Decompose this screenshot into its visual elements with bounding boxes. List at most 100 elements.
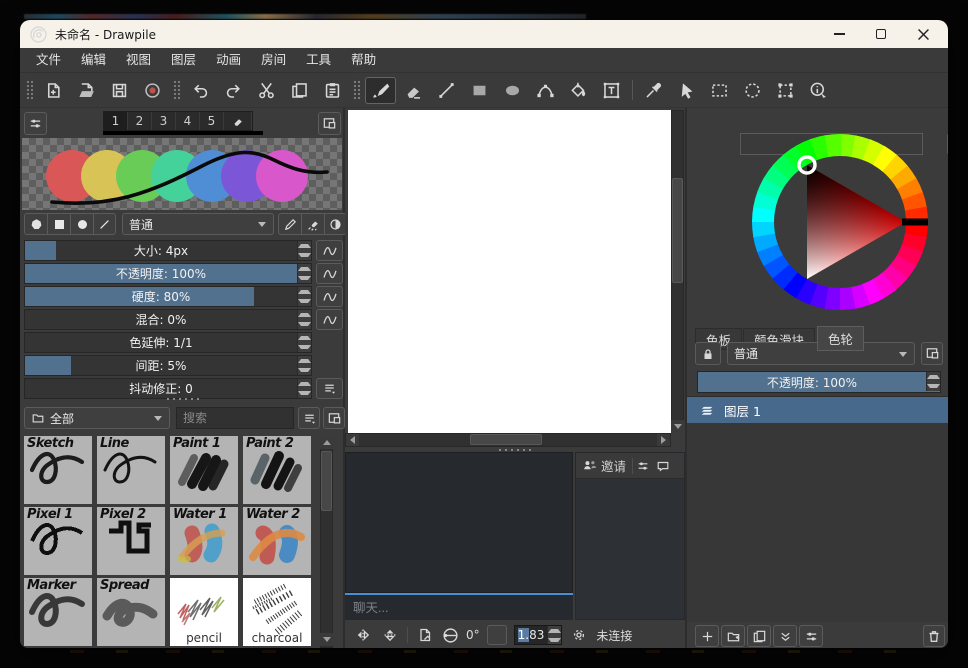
brush-preset-charcoal[interactable]: charcoal bbox=[243, 578, 311, 646]
eraser-tool-button[interactable] bbox=[398, 77, 429, 104]
brush-dock-panel-button[interactable] bbox=[318, 112, 341, 135]
canvas-vscrollbar-thumb[interactable] bbox=[672, 178, 683, 283]
open-file-tool-button[interactable] bbox=[71, 77, 102, 104]
shape-square-button[interactable] bbox=[47, 213, 70, 235]
brush-slot-tab-4[interactable]: 4 bbox=[176, 112, 200, 130]
menu-6[interactable]: 房间 bbox=[251, 48, 296, 72]
maximize-button[interactable] bbox=[860, 20, 902, 48]
color-tab-3[interactable]: 色轮 bbox=[817, 326, 864, 351]
cut-tool-button[interactable] bbox=[251, 77, 282, 104]
brush-preview[interactable] bbox=[22, 138, 342, 210]
brush-slot-tab-2[interactable]: 2 bbox=[128, 112, 152, 130]
laser-pointer-tool-button[interactable] bbox=[671, 77, 702, 104]
close-button[interactable] bbox=[902, 20, 944, 48]
layer-lock-button[interactable] bbox=[695, 342, 721, 365]
canvas[interactable] bbox=[348, 110, 671, 433]
bezier-curve-tool-button[interactable] bbox=[530, 77, 561, 104]
brush-preset-spread[interactable]: Spread bbox=[97, 578, 165, 646]
scroll-right-button[interactable] bbox=[657, 434, 670, 446]
delete-layer-button[interactable] bbox=[923, 625, 945, 647]
layer-dock-panel-button[interactable] bbox=[921, 342, 943, 365]
color-wheel[interactable] bbox=[740, 122, 940, 322]
menu-7[interactable]: 工具 bbox=[296, 48, 341, 72]
brush-slot-tab-5[interactable]: 5 bbox=[200, 112, 224, 130]
layer-properties-button[interactable] bbox=[799, 625, 823, 647]
menu-4[interactable]: 图层 bbox=[161, 48, 206, 72]
brush-preset-marker[interactable]: Marker bbox=[24, 578, 92, 646]
text-tool-button[interactable] bbox=[596, 77, 627, 104]
scroll-down-button[interactable] bbox=[671, 420, 684, 433]
scrollbar-thumb[interactable] bbox=[321, 451, 332, 511]
record-session-tool-button[interactable] bbox=[137, 77, 168, 104]
chat-detach-button[interactable] bbox=[653, 456, 673, 476]
slider-menu-button[interactable] bbox=[316, 378, 343, 399]
brush-preset-water-2[interactable]: Water 2 bbox=[243, 507, 311, 575]
rotation-dropdown-button[interactable] bbox=[487, 625, 507, 645]
brush-slider[interactable]: 硬度: 80% bbox=[24, 286, 312, 307]
copy-tool-button[interactable] bbox=[284, 77, 315, 104]
transform-tool-button[interactable] bbox=[770, 77, 801, 104]
brush-slider[interactable]: 色延伸: 1/1 bbox=[24, 332, 312, 353]
brush-slider[interactable]: 间距: 5% bbox=[24, 355, 312, 376]
view-settings-button[interactable] bbox=[569, 625, 589, 645]
pen-mode-button[interactable] bbox=[278, 213, 301, 235]
select-lasso-tool-button[interactable] bbox=[737, 77, 768, 104]
scroll-up-button[interactable] bbox=[320, 436, 333, 449]
brush-preset-paint-1[interactable]: Paint 1 bbox=[170, 436, 238, 504]
pressure-curve-button[interactable] bbox=[316, 309, 343, 330]
menu-3[interactable]: 视图 bbox=[116, 48, 161, 72]
brush-list-panel-button[interactable] bbox=[323, 407, 345, 429]
save-tool-button[interactable] bbox=[104, 77, 135, 104]
toolbar-drag-handle[interactable] bbox=[25, 79, 34, 101]
toolbar-drag-handle[interactable] bbox=[172, 79, 181, 101]
redo-tool-button[interactable] bbox=[218, 77, 249, 104]
invite-button[interactable]: 邀请 bbox=[576, 453, 632, 478]
slider-spinner[interactable] bbox=[297, 287, 311, 306]
chat-settings-button[interactable] bbox=[633, 456, 653, 476]
menu-5[interactable]: 动画 bbox=[206, 48, 251, 72]
add-layer-button[interactable] bbox=[695, 625, 719, 647]
zoom-spinner[interactable] bbox=[547, 626, 561, 644]
brush-search-input[interactable] bbox=[176, 407, 294, 429]
pressure-curve-button[interactable] bbox=[316, 263, 343, 284]
hue-marker[interactable] bbox=[902, 219, 928, 226]
brush-preset-line[interactable]: Line bbox=[97, 436, 165, 504]
slider-spinner[interactable] bbox=[297, 379, 311, 398]
brush-preset-sketch[interactable]: Sketch bbox=[24, 436, 92, 504]
chat-input[interactable] bbox=[345, 593, 573, 620]
minimize-button[interactable] bbox=[818, 20, 860, 48]
brush-list-menu-button[interactable] bbox=[298, 407, 320, 429]
brush-settings-button[interactable] bbox=[24, 112, 47, 135]
mirror-view-button[interactable] bbox=[353, 625, 373, 645]
duplicate-layer-button[interactable] bbox=[747, 625, 771, 647]
pressure-curve-button[interactable] bbox=[316, 286, 343, 307]
brush-preset-pixel-2[interactable]: Pixel 2 bbox=[97, 507, 165, 575]
splitter-handle[interactable] bbox=[165, 397, 201, 401]
undo-tool-button[interactable] bbox=[185, 77, 216, 104]
ellipse-tool-button[interactable] bbox=[497, 77, 528, 104]
brush-slot-tab-1[interactable]: 1 bbox=[104, 112, 128, 130]
menu-1[interactable]: 文件 bbox=[26, 48, 71, 72]
slider-spinner[interactable] bbox=[297, 333, 311, 352]
brush-slider[interactable]: 混合: 0% bbox=[24, 309, 312, 330]
rectangle-tool-button[interactable] bbox=[464, 77, 495, 104]
color-picker-tool-button[interactable] bbox=[638, 77, 669, 104]
shape-circle-button[interactable] bbox=[70, 213, 93, 235]
shape-slash-button[interactable] bbox=[93, 213, 116, 235]
brush-slot-tab-eraser[interactable] bbox=[224, 112, 252, 130]
scroll-left-button[interactable] bbox=[346, 434, 359, 446]
paste-tool-button[interactable] bbox=[317, 77, 348, 104]
merge-down-button[interactable] bbox=[773, 625, 797, 647]
brush-slider[interactable]: 大小: 4px bbox=[24, 240, 312, 261]
inspect-tool-button[interactable] bbox=[803, 77, 834, 104]
pressure-curve-button[interactable] bbox=[316, 240, 343, 261]
select-rectangle-tool-button[interactable] bbox=[704, 77, 735, 104]
brush-slider[interactable]: 抖动修正: 0 bbox=[24, 378, 312, 399]
slider-spinner[interactable] bbox=[297, 310, 311, 329]
slider-spinner[interactable] bbox=[297, 356, 311, 375]
brush-tool-button[interactable] bbox=[365, 77, 396, 104]
brush-preset-pencil[interactable]: pencil bbox=[170, 578, 238, 646]
brush-filter-dropdown[interactable]: 全部 bbox=[24, 407, 170, 429]
toolbar-drag-handle[interactable] bbox=[352, 79, 361, 101]
eraser-mode-button[interactable] bbox=[301, 213, 324, 235]
